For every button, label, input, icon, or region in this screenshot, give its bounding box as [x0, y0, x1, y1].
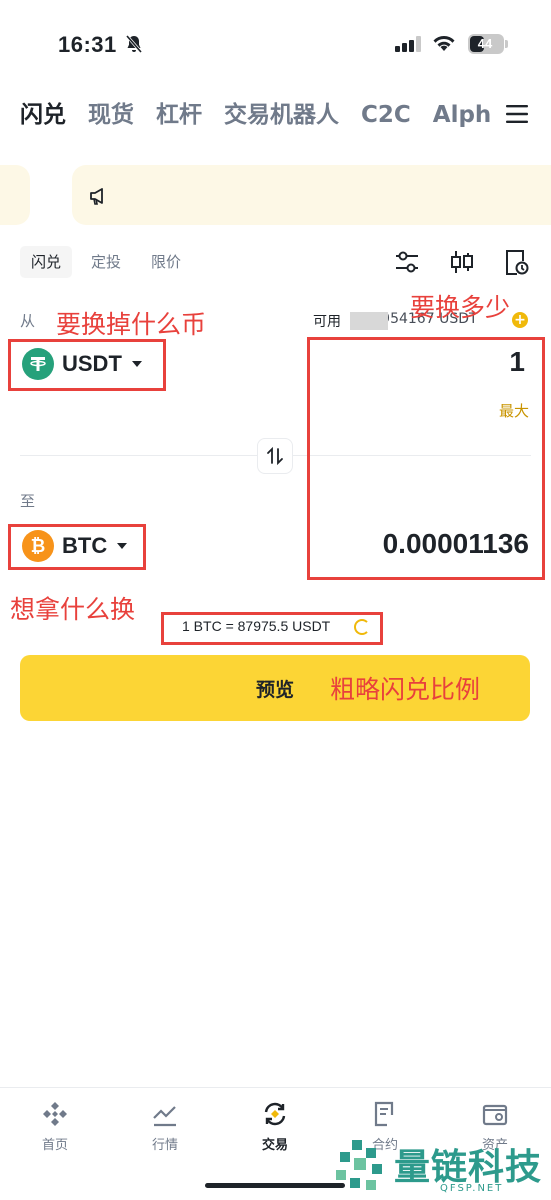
nav-home-label: 首页 [41, 1138, 68, 1153]
annotation-box-rate [161, 612, 383, 645]
to-label: 至 [20, 492, 36, 510]
mode-tab-convert[interactable]: 闪兑 [20, 246, 73, 278]
status-bar: 16:31 44 [0, 0, 551, 88]
annotation-box-to-coin [8, 524, 146, 570]
swap-direction-button[interactable] [257, 438, 293, 474]
mode-tab-limit[interactable]: 限价 [140, 246, 192, 278]
wallet-icon [482, 1104, 508, 1126]
tab-alpha[interactable]: Alph [433, 95, 492, 135]
mode-tab-recurring[interactable]: 定投 [80, 246, 132, 278]
tab-convert[interactable]: 闪兑 [20, 95, 66, 135]
futures-icon [374, 1101, 394, 1127]
candlestick-icon[interactable] [449, 248, 475, 276]
tab-c2c[interactable]: C2C [361, 95, 411, 135]
tab-spot[interactable]: 现货 [88, 95, 134, 135]
annotation-box-amount [307, 337, 545, 580]
annotation-rate: 粗略闪兑比例 [330, 675, 481, 704]
battery-icon: 44 [468, 34, 504, 54]
annotation-to-coin: 想拿什么换 [10, 595, 136, 624]
signal-icon [395, 36, 421, 52]
bell-off-icon [125, 35, 143, 53]
battery-tip [505, 40, 508, 48]
trade-type-tabs: 闪兑 现货 杠杆 交易机器人 C2C Alph [20, 95, 500, 135]
battery-text: 44 [477, 36, 493, 51]
preview-button-label: 预览 [255, 678, 294, 701]
wifi-icon [433, 36, 455, 51]
watermark-site: QFSP.NET [440, 1183, 504, 1194]
home-indicator [205, 1183, 345, 1188]
tab-trading-bots[interactable]: 交易机器人 [224, 95, 339, 135]
from-label: 从 [20, 312, 36, 330]
available-label: 可用 [313, 314, 341, 330]
add-funds-icon[interactable]: + [512, 312, 528, 328]
swap-arrows-icon [267, 446, 283, 466]
annotation-from-coin: 要换掉什么币 [56, 310, 207, 339]
nav-markets-label: 行情 [151, 1138, 178, 1153]
balance-redaction [350, 312, 388, 330]
annotation-box-from-coin [8, 339, 166, 391]
annotation-amount: 要换多少 [410, 293, 511, 322]
mode-tabs: 闪兑 定投 限价 [20, 246, 192, 278]
menu-icon[interactable] [506, 104, 528, 124]
settings-sliders-icon[interactable] [394, 248, 420, 276]
order-history-icon[interactable] [503, 248, 529, 276]
watermark-logo [336, 1140, 382, 1190]
home-icon [43, 1102, 67, 1126]
nav-trade-label: 交易 [261, 1138, 288, 1153]
status-time: 16:31 [58, 32, 117, 57]
trade-icon [264, 1102, 286, 1126]
nav-trade[interactable]: 交易 [220, 1100, 330, 1153]
nav-home[interactable]: 首页 [0, 1100, 110, 1153]
banner-previous[interactable] [0, 165, 30, 225]
markets-icon [153, 1106, 176, 1127]
nav-markets[interactable]: 行情 [110, 1100, 220, 1153]
announcement-banner[interactable] [72, 165, 551, 225]
speaker-icon [90, 188, 103, 205]
tab-margin[interactable]: 杠杆 [156, 95, 202, 135]
